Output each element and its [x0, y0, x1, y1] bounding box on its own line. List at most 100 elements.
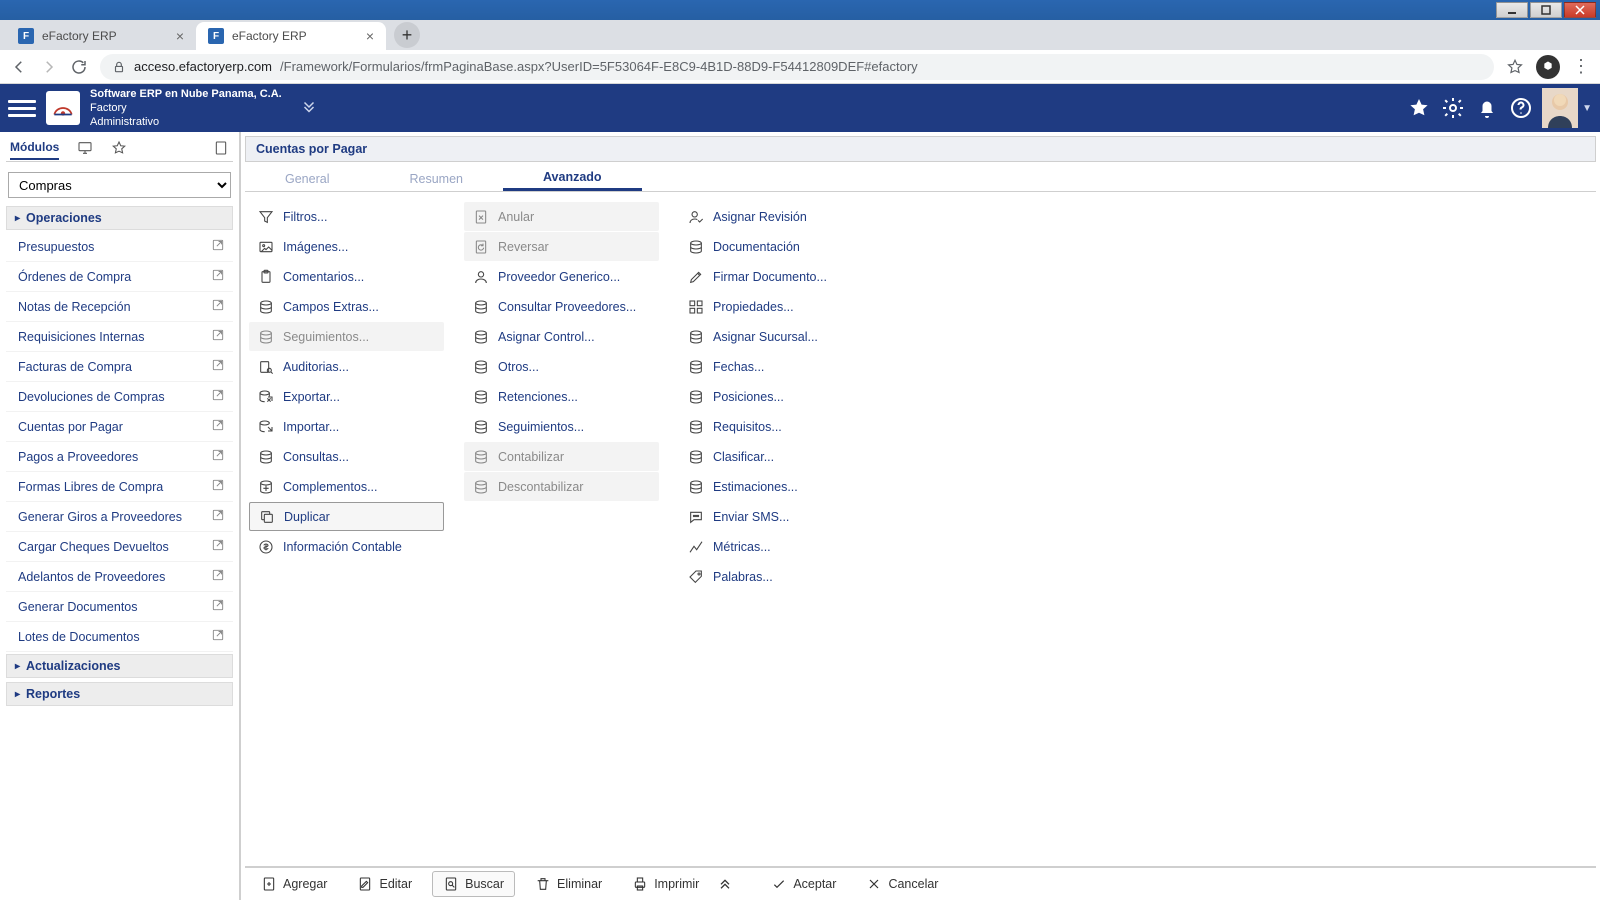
tab-close-icon[interactable]: × [176, 28, 184, 44]
notifications-button[interactable] [1470, 91, 1504, 125]
open-external-icon[interactable] [211, 598, 225, 615]
open-external-icon[interactable] [211, 388, 225, 405]
open-external-icon[interactable] [211, 628, 225, 645]
adv-action[interactable]: Fechas... [679, 352, 874, 381]
adv-action[interactable]: Clasificar... [679, 442, 874, 471]
tree-section-reportes[interactable]: ▸Reportes [6, 682, 233, 706]
sidebar-item[interactable]: Devoluciones de Compras [6, 382, 233, 412]
adv-action[interactable]: Información Contable [249, 532, 444, 561]
sidebar-item[interactable]: Notas de Recepción [6, 292, 233, 322]
tab-resumen[interactable]: Resumen [369, 166, 503, 191]
nav-back-button[interactable] [10, 58, 28, 76]
open-external-icon[interactable] [211, 538, 225, 555]
sidebar-item[interactable]: Requisiciones Internas [6, 322, 233, 352]
adv-action[interactable]: Exportar... [249, 382, 444, 411]
sidebar-item[interactable]: Lotes de Documentos [6, 622, 233, 652]
open-external-icon[interactable] [211, 478, 225, 495]
adv-action[interactable]: Firmar Documento... [679, 262, 874, 291]
sidebar-tab-modulos[interactable]: Módulos [10, 140, 59, 160]
open-external-icon[interactable] [211, 238, 225, 255]
sidebar-item[interactable]: Generar Documentos [6, 592, 233, 622]
address-bar[interactable]: acceso.efactoryerp.com/Framework/Formula… [100, 54, 1494, 80]
sidebar-item[interactable]: Cuentas por Pagar [6, 412, 233, 442]
eliminar-button[interactable]: Eliminar [525, 872, 612, 896]
editar-button[interactable]: Editar [347, 872, 422, 896]
tab-close-icon[interactable]: × [366, 28, 374, 44]
cancelar-button[interactable]: Cancelar [856, 872, 948, 896]
agregar-button[interactable]: Agregar [251, 872, 337, 896]
open-external-icon[interactable] [211, 418, 225, 435]
nav-forward-button[interactable] [40, 58, 58, 76]
extension-icon[interactable]: ⬢ [1536, 55, 1560, 79]
user-menu-caret-icon[interactable]: ▼ [1582, 103, 1592, 114]
tree-section-actualizaciones[interactable]: ▸Actualizaciones [6, 654, 233, 678]
browser-tab[interactable]: F eFactory ERP × [6, 22, 196, 50]
sidebar-item[interactable]: Formas Libres de Compra [6, 472, 233, 502]
tab-avanzado[interactable]: Avanzado [503, 166, 642, 191]
adv-action[interactable]: Consultar Proveedores... [464, 292, 659, 321]
open-external-icon[interactable] [211, 358, 225, 375]
adv-action[interactable]: Posiciones... [679, 382, 874, 411]
collapse-actions-icon[interactable] [717, 875, 733, 894]
adv-action[interactable]: Asignar Control... [464, 322, 659, 351]
adv-action[interactable]: Otros... [464, 352, 659, 381]
adv-action[interactable]: Importar... [249, 412, 444, 441]
open-external-icon[interactable] [211, 298, 225, 315]
adv-action[interactable]: Filtros... [249, 202, 444, 231]
bookmark-star-icon[interactable] [1506, 58, 1524, 76]
adv-action[interactable]: Estimaciones... [679, 472, 874, 501]
buscar-button[interactable]: Buscar [432, 871, 515, 897]
adv-action[interactable]: Métricas... [679, 532, 874, 561]
adv-action[interactable]: Asignar Sucursal... [679, 322, 874, 351]
adv-action[interactable]: Auditorias... [249, 352, 444, 381]
adv-action[interactable]: Campos Extras... [249, 292, 444, 321]
module-select[interactable]: Compras [8, 172, 231, 198]
sidebar-popup-icon[interactable] [213, 140, 229, 159]
header-expand-button[interactable] [300, 98, 318, 119]
open-external-icon[interactable] [211, 328, 225, 345]
nav-reload-button[interactable] [70, 58, 88, 76]
help-button[interactable] [1504, 91, 1538, 125]
adv-action[interactable]: Comentarios... [249, 262, 444, 291]
favorites-button[interactable] [1402, 91, 1436, 125]
sidebar-item[interactable]: Facturas de Compra [6, 352, 233, 382]
sidebar-desktop-icon[interactable] [77, 140, 93, 159]
adv-action[interactable]: Requisitos... [679, 412, 874, 441]
open-external-icon[interactable] [211, 508, 225, 525]
adv-action[interactable]: Enviar SMS... [679, 502, 874, 531]
os-close-button[interactable] [1564, 2, 1596, 18]
adv-action[interactable]: Palabras... [679, 562, 874, 591]
imprimir-button[interactable]: Imprimir [622, 872, 709, 896]
open-external-icon[interactable] [211, 448, 225, 465]
open-external-icon[interactable] [211, 568, 225, 585]
user-avatar[interactable] [1542, 88, 1578, 128]
sidebar-item[interactable]: Adelantos de Proveedores [6, 562, 233, 592]
adv-action[interactable]: Asignar Revisión [679, 202, 874, 231]
tab-general[interactable]: General [245, 166, 369, 191]
sidebar-item[interactable]: Órdenes de Compra [6, 262, 233, 292]
settings-button[interactable] [1436, 91, 1470, 125]
new-tab-button[interactable]: + [394, 22, 420, 48]
adv-action[interactable]: Propiedades... [679, 292, 874, 321]
tree-section-operaciones[interactable]: ▸Operaciones [6, 206, 233, 230]
adv-action[interactable]: Imágenes... [249, 232, 444, 261]
os-minimize-button[interactable] [1496, 2, 1528, 18]
browser-tab[interactable]: F eFactory ERP × [196, 22, 386, 50]
adv-action[interactable]: Duplicar [249, 502, 444, 531]
adv-action[interactable]: Complementos... [249, 472, 444, 501]
sidebar-item[interactable]: Pagos a Proveedores [6, 442, 233, 472]
os-maximize-button[interactable] [1530, 2, 1562, 18]
adv-action[interactable]: Seguimientos... [464, 412, 659, 441]
browser-menu-button[interactable]: ⋮ [1572, 56, 1590, 77]
adv-action[interactable]: Documentación [679, 232, 874, 261]
adv-action[interactable]: Consultas... [249, 442, 444, 471]
sidebar-item[interactable]: Generar Giros a Proveedores [6, 502, 233, 532]
menu-toggle-button[interactable] [8, 100, 36, 117]
adv-action[interactable]: Proveedor Generico... [464, 262, 659, 291]
aceptar-button[interactable]: Aceptar [761, 872, 846, 896]
sidebar-item[interactable]: Presupuestos [6, 232, 233, 262]
sidebar-item[interactable]: Cargar Cheques Devueltos [6, 532, 233, 562]
adv-action[interactable]: Retenciones... [464, 382, 659, 411]
open-external-icon[interactable] [211, 268, 225, 285]
sidebar-favorites-icon[interactable] [111, 140, 127, 159]
